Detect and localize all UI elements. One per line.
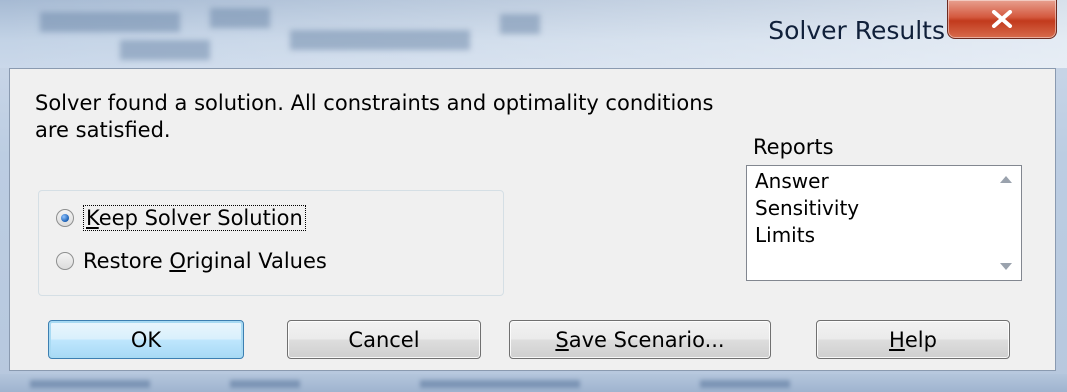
restore-original-values-option[interactable]: Restore Original Values (56, 249, 327, 273)
solution-options-group: Keep Solver Solution Restore Original Va… (38, 190, 504, 296)
restore-original-values-radio[interactable] (56, 252, 74, 270)
scroll-down-arrow-icon[interactable] (1000, 263, 1012, 270)
scroll-up-arrow-icon[interactable] (1000, 176, 1012, 183)
cancel-button[interactable]: Cancel (287, 320, 481, 359)
reports-item-limits[interactable]: Limits (755, 222, 1021, 249)
keep-solver-solution-option[interactable]: Keep Solver Solution (56, 205, 306, 231)
close-icon (992, 10, 1012, 28)
dialog-body: Solver found a solution. All constraints… (9, 68, 1056, 371)
reports-item-answer[interactable]: Answer (755, 168, 1021, 195)
ok-button[interactable]: OK (48, 320, 244, 359)
close-button[interactable] (947, 0, 1057, 39)
reports-listbox[interactable]: Answer Sensitivity Limits (746, 165, 1022, 281)
reports-label: Reports (753, 135, 834, 159)
keep-solver-solution-radio[interactable] (56, 209, 74, 227)
solver-results-window: Solver Results Solver found a solution. … (0, 0, 1067, 392)
save-scenario-button[interactable]: Save Scenario... (509, 320, 771, 359)
result-message: Solver found a solution. All constraints… (35, 91, 714, 142)
help-button[interactable]: Help (816, 320, 1010, 359)
window-title: Solver Results (768, 16, 945, 45)
reports-item-sensitivity[interactable]: Sensitivity (755, 195, 1021, 222)
reports-scrollbar[interactable] (991, 166, 1021, 280)
restore-original-values-label: Restore Original Values (83, 249, 327, 273)
window-bottom-border (0, 374, 1067, 392)
keep-solver-solution-label: Keep Solver Solution (83, 205, 306, 231)
